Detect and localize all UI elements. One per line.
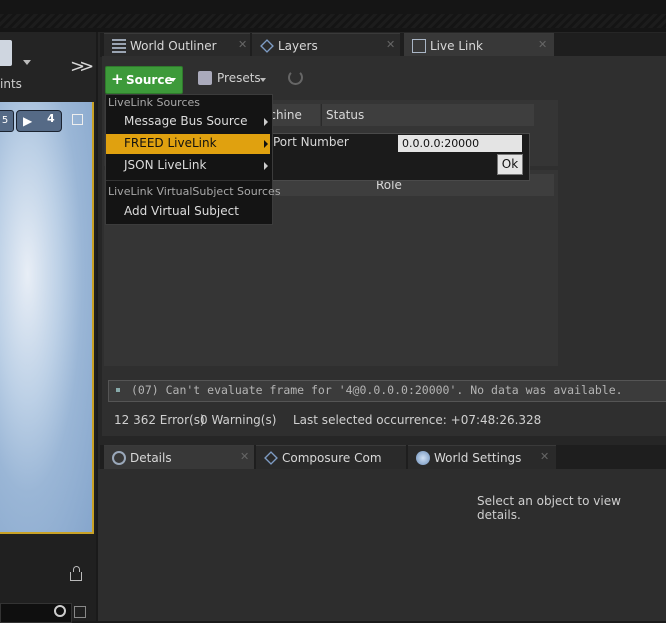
port-number-field[interactable]: [398, 135, 522, 152]
log-message-text: (07) Can't evaluate frame for '4@0.0.0.0…: [131, 383, 623, 397]
tab-details[interactable]: Details ✕: [104, 445, 254, 470]
last-occurrence-text: Last selected occurrence: +07:48:26.328: [293, 413, 542, 427]
menu-item-message-bus-source[interactable]: Message Bus Source: [106, 112, 270, 132]
globe-icon: [416, 451, 430, 465]
tab-label: Composure Compo: [282, 451, 382, 465]
tab-label: Layers: [278, 39, 318, 53]
layers-icon: [260, 39, 274, 53]
presets-button[interactable]: Presets: [196, 68, 274, 90]
livelink-icon: [412, 39, 426, 53]
tab-live-link[interactable]: Live Link ✕: [404, 33, 554, 58]
blueprints-label[interactable]: ints: [0, 77, 22, 91]
details-empty-message: Select an object to view details.: [477, 494, 621, 522]
error-count: 12 362 Error(s): [114, 413, 205, 427]
warning-count: 0 Warning(s): [200, 413, 277, 427]
window-title-bar: [0, 0, 666, 32]
camera-speed-button[interactable]: ▶ 4: [16, 110, 62, 132]
revert-icon[interactable]: [288, 70, 303, 85]
close-icon[interactable]: ✕: [540, 450, 549, 463]
tab-world-settings[interactable]: World Settings ✕: [408, 445, 556, 470]
chevron-down-icon: [170, 78, 176, 82]
list-icon: [112, 39, 126, 53]
column-header-label: Status: [326, 108, 365, 122]
menu-item-add-virtual-subject[interactable]: Add Virtual Subject: [106, 202, 270, 222]
tab-label: Live Link: [430, 39, 483, 53]
expand-toolbar-icon[interactable]: >>: [70, 56, 94, 77]
chevron-right-icon: [264, 140, 268, 148]
tab-label: World Settings: [434, 451, 522, 465]
menu-divider: [106, 180, 270, 181]
chevron-right-icon: [264, 162, 268, 170]
level-viewport[interactable]: [0, 102, 94, 534]
menu-section-header: LiveLink VirtualSubject Sources: [108, 185, 281, 198]
source-button-label: Source: [126, 73, 173, 87]
layers-icon: [264, 451, 278, 465]
port-number-label: Port Number: [273, 135, 349, 149]
lock-icon[interactable]: [70, 566, 82, 581]
column-header-status[interactable]: Status: [321, 104, 534, 126]
chevron-down-icon: [260, 78, 266, 82]
menu-item-label: Message Bus Source: [124, 114, 248, 128]
maximize-viewport-icon[interactable]: [72, 114, 83, 125]
search-icon: [54, 605, 66, 617]
tab-composure-compositing[interactable]: Composure Compo: [256, 445, 406, 470]
save-icon[interactable]: [74, 606, 86, 618]
details-panel: [98, 469, 666, 621]
menu-item-json-livelink[interactable]: JSON LiveLink: [106, 156, 270, 176]
presets-icon: [198, 71, 212, 85]
menu-item-freed-livelink[interactable]: FREED LiveLink: [106, 134, 270, 154]
details-icon: [112, 451, 126, 465]
add-source-button[interactable]: + Source: [105, 66, 183, 94]
tab-world-outliner[interactable]: World Outliner ✕: [104, 33, 250, 58]
tab-label: Details: [130, 451, 172, 465]
top-tab-bar: World Outliner ✕ Layers ✕ Live Link ✕: [100, 33, 666, 58]
chevron-right-icon: [264, 118, 268, 126]
viewport-options-button[interactable]: 5: [0, 110, 14, 132]
bottom-tab-bar: Details ✕ Composure Compo World Settings…: [100, 445, 666, 470]
close-icon[interactable]: ✕: [240, 450, 249, 463]
chevron-down-icon[interactable]: [23, 60, 31, 65]
menu-item-label: FREED LiveLink: [124, 136, 217, 150]
close-icon[interactable]: ✕: [386, 38, 395, 51]
camera-speed-value: 4: [47, 112, 55, 125]
close-icon[interactable]: ✕: [238, 38, 247, 51]
ok-button[interactable]: Ok: [497, 154, 523, 175]
tab-layers[interactable]: Layers ✕: [252, 33, 400, 58]
menu-item-label: JSON LiveLink: [124, 158, 207, 172]
camera-icon: ▶: [23, 114, 33, 128]
menu-item-label: Add Virtual Subject: [124, 204, 239, 218]
error-icon: [116, 388, 120, 392]
plus-icon: +: [111, 70, 124, 88]
tab-label: World Outliner: [130, 39, 217, 53]
blueprints-icon[interactable]: [0, 40, 12, 66]
menu-section-header: LiveLink Sources: [108, 96, 200, 109]
close-icon[interactable]: ✕: [538, 38, 547, 51]
presets-button-label: Presets: [217, 71, 261, 85]
